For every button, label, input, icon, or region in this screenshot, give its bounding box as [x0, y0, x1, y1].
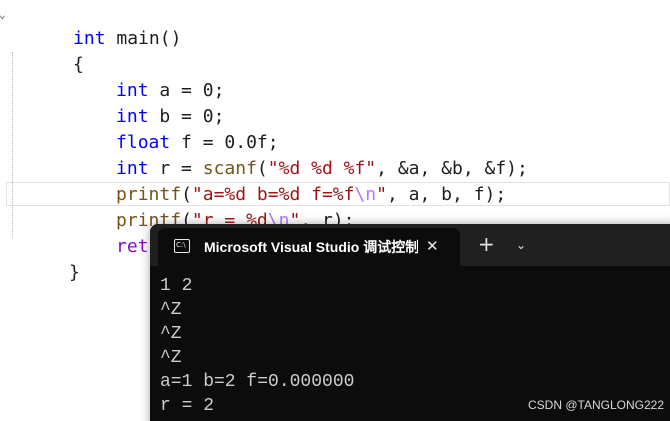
tab-title: Microsoft Visual Studio 调试控制台 [204, 239, 418, 255]
watermark: CSDN @TANGLONG222 [528, 398, 664, 412]
code-line-3[interactable]: int a = 0; [51, 52, 224, 101]
close-icon[interactable]: ✕ [426, 236, 439, 256]
code-line-10[interactable]: } [4, 234, 80, 283]
chevron-down-icon[interactable]: ⌄ [516, 235, 526, 255]
fold-collapse-icon[interactable]: ⌄ [0, 2, 6, 28]
console-icon-label: C:\ [176, 241, 186, 249]
code-line-1[interactable]: ⌄ int main() [0, 0, 181, 49]
console-line: ^Z [160, 324, 182, 344]
arguments: , a, b, f); [387, 184, 507, 205]
console-line: 1 2 [160, 276, 193, 296]
console-line: ^Z [160, 348, 182, 368]
new-tab-button[interactable]: + [478, 234, 495, 254]
console-line: r = 2 [160, 396, 215, 416]
terminal-tab[interactable]: C:\ Microsoft Visual Studio 调试控制台 ✕ [158, 228, 460, 266]
console-icon: C:\ [174, 239, 190, 253]
format-string-end: " [376, 184, 387, 205]
code-line-7[interactable]: printf("a=%d b=%d f=%f\n", a, b, f); [51, 156, 506, 205]
console-output[interactable]: 1 2 ^Z ^Z ^Z a=1 b=2 f=0.000000 r = 2 [160, 274, 354, 418]
close-brace: } [69, 262, 80, 283]
screenshot-root: ⌄ int main() { int a = 0; int b = 0; floa… [0, 0, 670, 421]
function-signature: main() [105, 28, 182, 49]
code-line-2[interactable]: { [8, 26, 84, 75]
terminal-tab-bar: C:\ Microsoft Visual Studio 调试控制台 ✕ + ⌄ [150, 224, 670, 266]
debug-console-window[interactable]: C:\ Microsoft Visual Studio 调试控制台 ✕ + ⌄ … [150, 224, 670, 421]
console-line: ^Z [160, 300, 182, 320]
code-line-6[interactable]: int r = scanf("%d %d %f", &a, &b, &f); [51, 130, 528, 179]
code-line-4[interactable]: int b = 0; [51, 78, 224, 127]
escape-sequence: \n [354, 184, 377, 205]
console-line: a=1 b=2 f=0.000000 [160, 372, 355, 392]
code-line-8[interactable]: printf("r = %d\n", r); [51, 182, 354, 231]
code-line-5[interactable]: float f = 0.0f; [51, 104, 279, 153]
